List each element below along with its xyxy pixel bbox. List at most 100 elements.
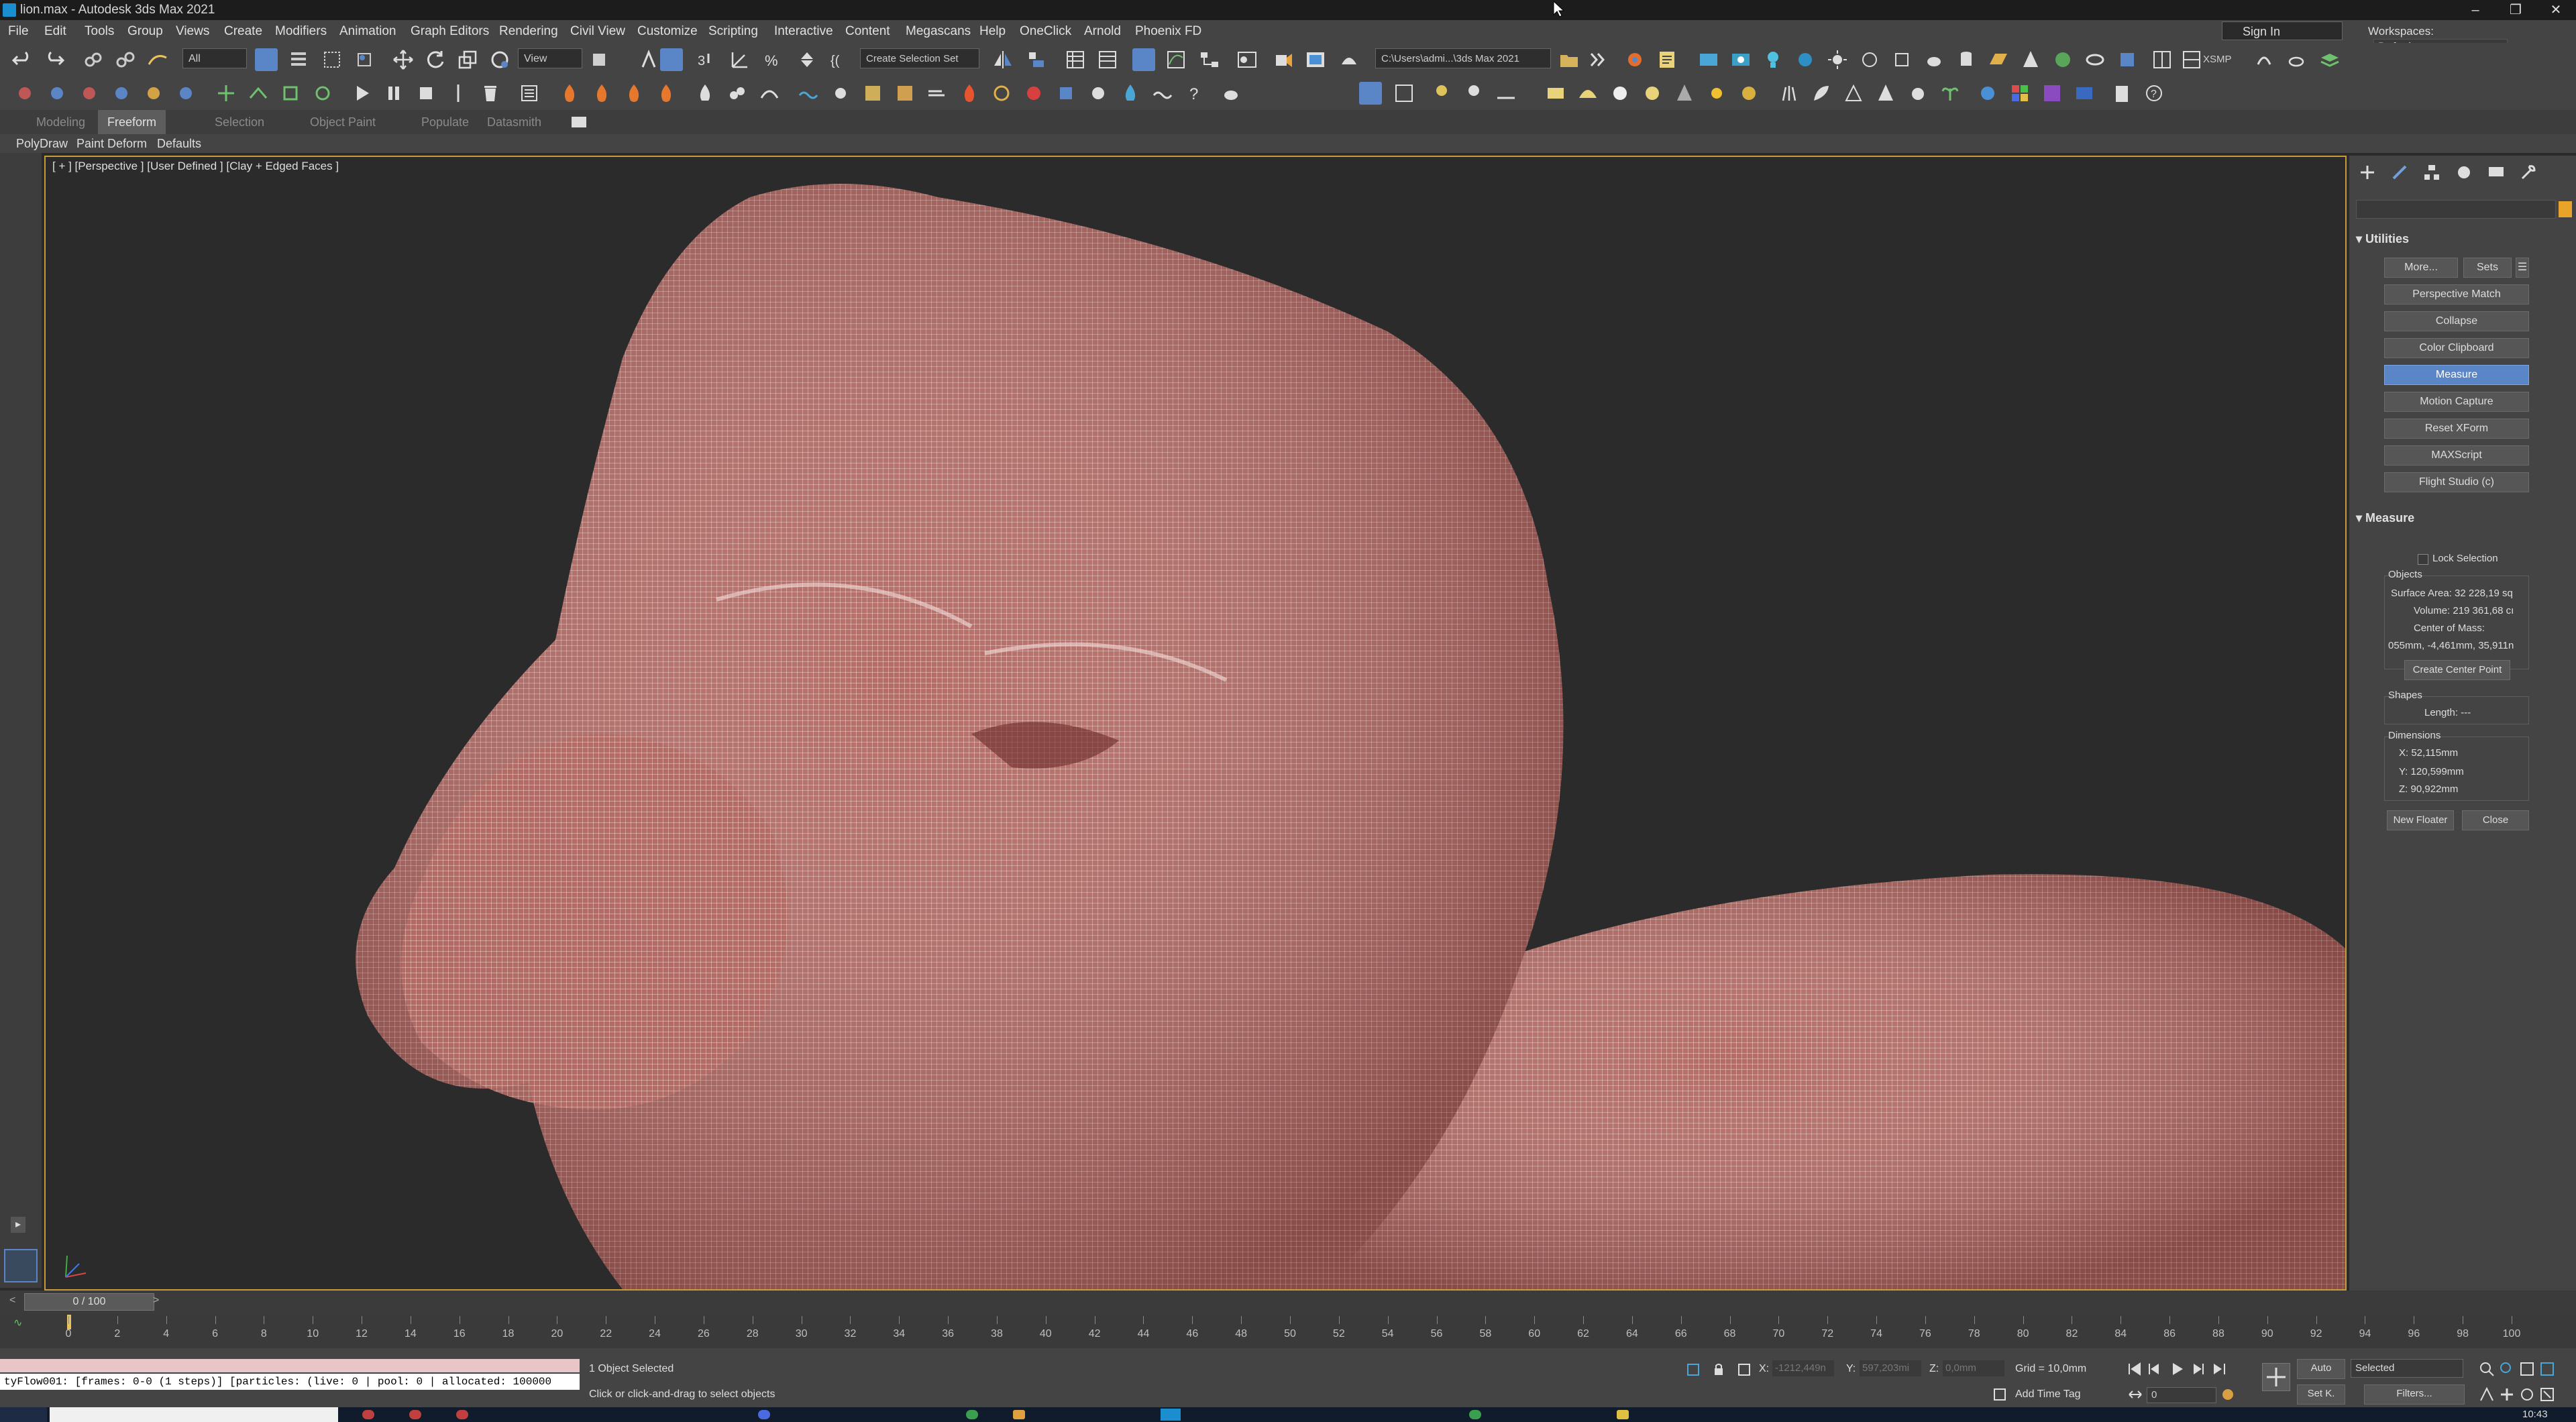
sphere-gold-icon[interactable]: [1737, 82, 1760, 105]
shape-tool-6-icon[interactable]: [174, 82, 197, 105]
keyboard-shortcut-override-button[interactable]: [660, 48, 683, 71]
rotate-icon[interactable]: [424, 48, 447, 71]
measure-rollout-header[interactable]: ▾ Measure: [2356, 508, 2414, 527]
expand-layouts-icon[interactable]: ▸: [11, 1217, 25, 1233]
auto-key-button[interactable]: Auto: [2297, 1359, 2345, 1379]
horizontal-split-icon[interactable]: [2180, 48, 2203, 71]
arnold-render-icon[interactable]: [2253, 48, 2275, 71]
menu-arnold[interactable]: Arnold: [1084, 20, 1121, 43]
more-utilities-button[interactable]: More...: [2384, 258, 2458, 278]
window-crossing-icon[interactable]: [353, 48, 376, 71]
render-setup-icon[interactable]: [1272, 48, 1295, 71]
material-sphere-icon[interactable]: [1976, 82, 1999, 105]
restore-icon[interactable]: ❐: [2496, 0, 2536, 20]
time-slider[interactable]: < 0 / 100 >: [0, 1291, 2576, 1313]
light-toggle-icon[interactable]: [1430, 82, 1453, 105]
select-by-name-icon[interactable]: [287, 48, 310, 71]
menu-create[interactable]: Create: [224, 20, 262, 43]
foam-icon[interactable]: [726, 82, 749, 105]
rect-yellow-icon[interactable]: [1544, 82, 1567, 105]
taskbar-app-4-icon[interactable]: [758, 1410, 770, 1419]
y-coord-field[interactable]: 597,203mi: [1860, 1360, 1921, 1376]
cone-grey-icon[interactable]: [1673, 82, 1696, 105]
next-frame-icon[interactable]: [2190, 1360, 2207, 1378]
menu-edit[interactable]: Edit: [44, 20, 66, 43]
taskbar-app-7-icon[interactable]: [1469, 1410, 1481, 1419]
key-filter-dropdown[interactable]: Selected: [2351, 1359, 2463, 1378]
display-tab-icon[interactable]: [2485, 162, 2508, 182]
key-filters-button[interactable]: Filters...: [2364, 1384, 2465, 1405]
flight-studio-button[interactable]: Flight Studio (c): [2384, 472, 2529, 492]
reset-xform-button[interactable]: Reset XForm: [2384, 419, 2529, 439]
zoom-extents-icon[interactable]: [2518, 1360, 2536, 1378]
stop-red-icon[interactable]: [1022, 82, 1045, 105]
viewport-label[interactable]: [ + ] [Perspective ] [User Defined ] [Cl…: [52, 160, 339, 173]
green-scale-icon[interactable]: [279, 82, 302, 105]
unlink-icon[interactable]: [114, 48, 137, 71]
clipboard-icon[interactable]: [2110, 82, 2133, 105]
liquid-icon[interactable]: [694, 82, 716, 105]
teapot-white-icon[interactable]: [1220, 82, 1242, 105]
lock-selection-checkbox[interactable]: [2418, 554, 2428, 565]
goto-start-icon[interactable]: [2125, 1360, 2143, 1378]
percent-snap-icon[interactable]: %: [762, 48, 785, 71]
time-tag-icon[interactable]: [1992, 1387, 2007, 1402]
sun-icon[interactable]: [1826, 48, 1849, 71]
snaps-toggle-icon[interactable]: 3: [695, 48, 718, 71]
time-configuration-icon[interactable]: [2219, 1386, 2237, 1403]
pivot-center-icon[interactable]: [588, 48, 610, 71]
project-folder-dropdown[interactable]: C:\Users\admi...\3ds Max 2021: [1375, 48, 1551, 68]
phoenix-particles-icon[interactable]: [894, 82, 916, 105]
layers-green-icon[interactable]: [2318, 48, 2341, 71]
hierarchy-tab-icon[interactable]: [2420, 162, 2443, 182]
motion-capture-button[interactable]: Motion Capture: [2384, 392, 2529, 412]
add-time-tag-label[interactable]: Add Time Tag: [2015, 1388, 2081, 1401]
scatter-icon[interactable]: [1842, 82, 1865, 105]
minimize-icon[interactable]: –: [2455, 0, 2496, 20]
menu-megascans[interactable]: Megascans: [906, 20, 971, 43]
menu-animation[interactable]: Animation: [339, 20, 396, 43]
taskbar-app-3-icon[interactable]: [456, 1410, 468, 1419]
maximize-viewport-icon[interactable]: [2538, 1386, 2556, 1403]
align-icon[interactable]: [1025, 48, 1048, 71]
delete-icon[interactable]: [479, 82, 502, 105]
sphere-yellow-icon[interactable]: [1641, 82, 1664, 105]
object-color-swatch[interactable]: [2559, 201, 2572, 217]
list-icon[interactable]: [518, 82, 541, 105]
layout-thumbnail[interactable]: [4, 1249, 38, 1282]
utilities-tab-icon[interactable]: [2517, 162, 2540, 182]
field-of-view-icon[interactable]: [2478, 1386, 2496, 1403]
phoenix-source-icon[interactable]: [1729, 48, 1752, 71]
pan-icon[interactable]: [2498, 1386, 2516, 1403]
green-move-icon[interactable]: [215, 82, 237, 105]
create-center-point-button[interactable]: Create Center Point: [2404, 660, 2510, 680]
isolate-selection-icon[interactable]: [1685, 1362, 1701, 1378]
grass-icon[interactable]: [1778, 82, 1801, 105]
close-icon[interactable]: ✕: [2536, 0, 2576, 20]
mini-curve-editor-icon[interactable]: ∿: [13, 1316, 34, 1329]
selection-filter-dropdown[interactable]: All: [182, 48, 247, 68]
time-slider-handle[interactable]: 0 / 100: [24, 1293, 154, 1311]
menu-phoenix-fd[interactable]: Phoenix FD: [1135, 20, 1201, 43]
tab-modeling[interactable]: Modeling: [36, 110, 85, 134]
forest-icon[interactable]: [1874, 82, 1897, 105]
dome-yellow-icon[interactable]: [1576, 82, 1599, 105]
object-name-field[interactable]: [2356, 200, 2556, 219]
absolute-mode-icon[interactable]: [1736, 1362, 1752, 1378]
zoom-extents-all-icon[interactable]: [2538, 1360, 2556, 1378]
cone-icon[interactable]: [2019, 48, 2042, 71]
time-slider-prev-icon[interactable]: <: [9, 1295, 23, 1308]
menu-customize[interactable]: Customize: [637, 20, 698, 43]
viewport-shading-button[interactable]: [1359, 82, 1382, 105]
undo-icon[interactable]: [11, 48, 34, 71]
subtab-paint-deform[interactable]: Paint Deform: [76, 134, 147, 153]
named-selection-set-dropdown[interactable]: Create Selection Set: [860, 48, 979, 68]
phoenix-box-icon[interactable]: [1055, 82, 1077, 105]
previous-frame-icon[interactable]: [2145, 1360, 2163, 1378]
schematic-view-icon[interactable]: [1198, 48, 1221, 71]
collapse-button[interactable]: Collapse: [2384, 311, 2529, 331]
bind-space-warp-icon[interactable]: [146, 48, 169, 71]
utility-sets-button[interactable]: Sets: [2463, 258, 2512, 278]
select-and-manipulate-icon[interactable]: [637, 48, 660, 71]
menu-graph-editors[interactable]: Graph Editors: [411, 20, 489, 43]
